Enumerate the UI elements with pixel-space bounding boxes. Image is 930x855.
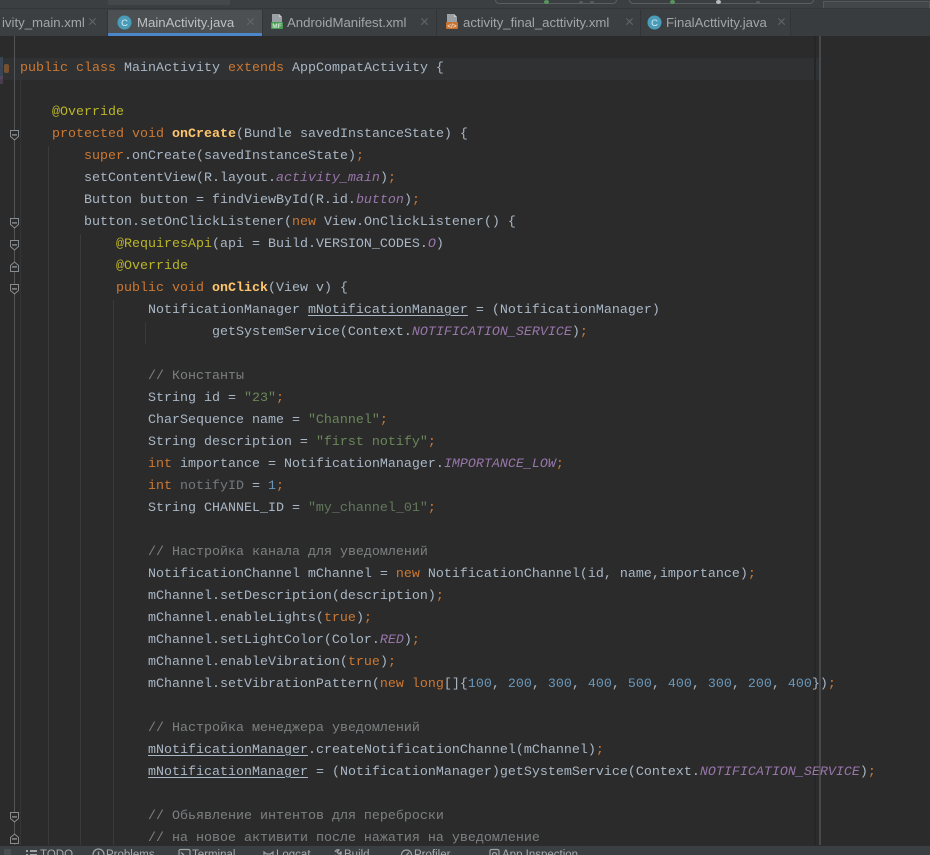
- svg-text:C: C: [121, 18, 128, 29]
- svg-text:</>: </>: [447, 23, 457, 30]
- svg-text:MF: MF: [272, 23, 281, 30]
- svg-text:C: C: [651, 18, 658, 29]
